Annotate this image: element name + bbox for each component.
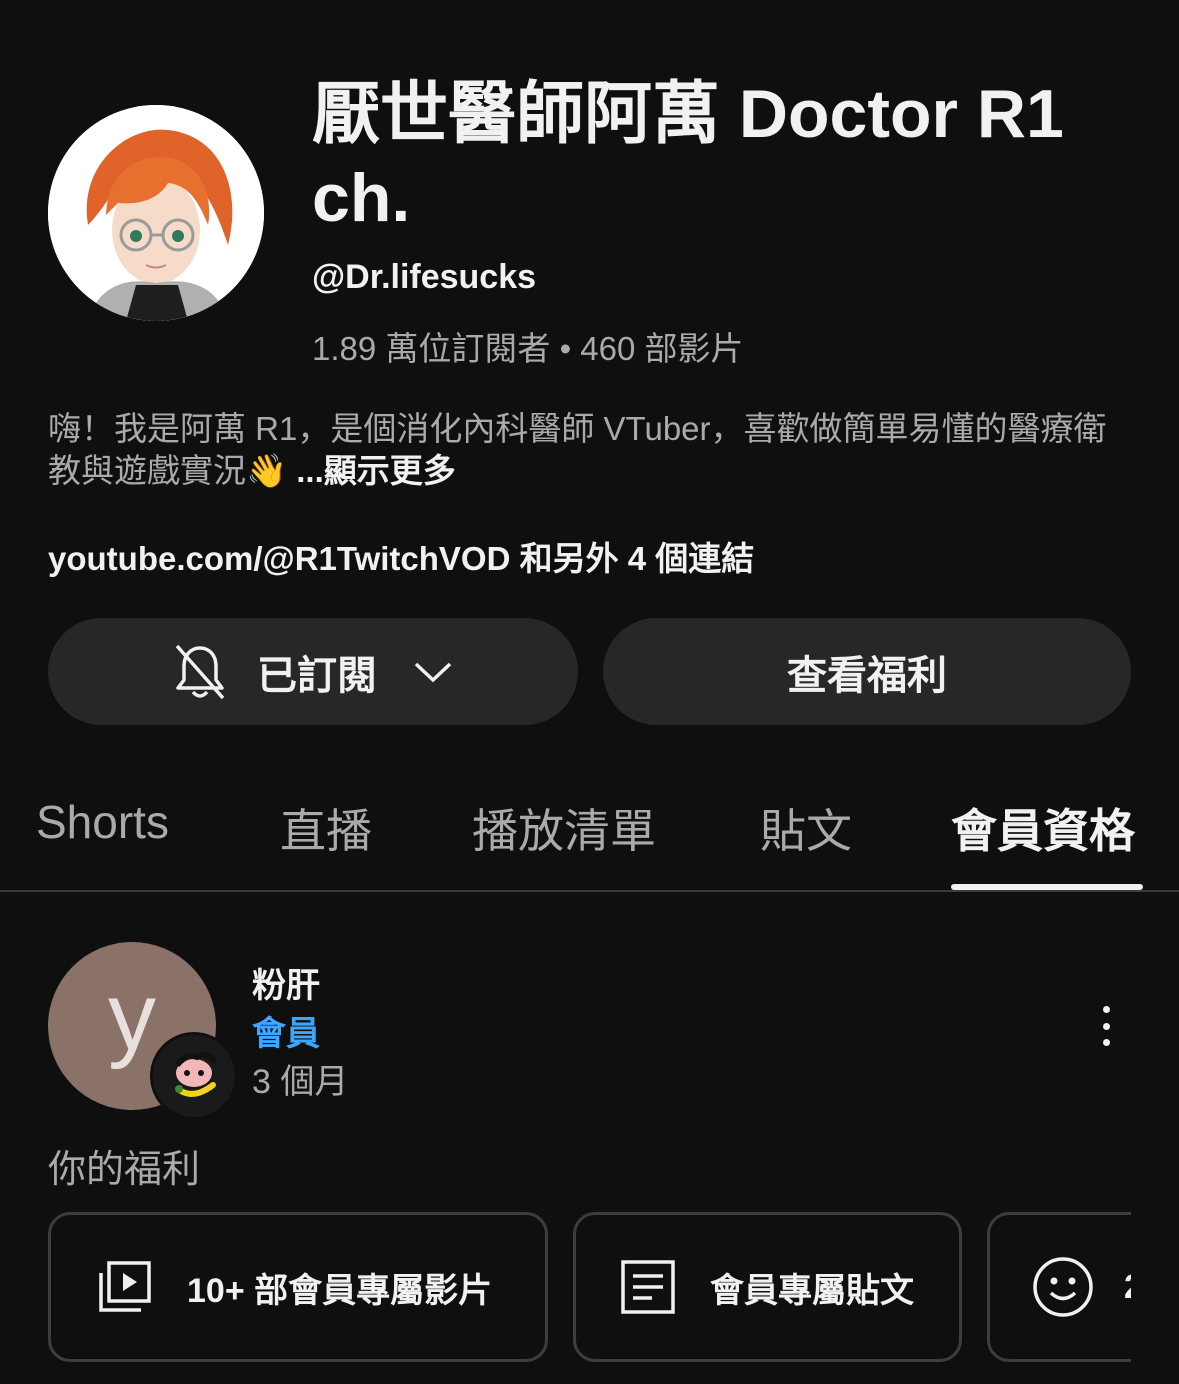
tab-divider [0,890,1179,892]
perks-title: 你的福利 [48,1149,201,1191]
view-perks-label: 查看福利 [787,653,947,698]
perk-card-posts[interactable]: 會員專屬貼文 [573,1212,962,1362]
member-badge-icon [150,1032,238,1120]
tab-membership[interactable]: 會員資格 [951,795,1135,861]
post-icon [620,1259,676,1315]
perk-label: 2 [1124,1268,1131,1307]
more-options-icon[interactable] [1090,1006,1122,1046]
tab-shorts[interactable]: Shorts [36,795,169,849]
subscribed-button[interactable]: 已訂閱 [48,618,578,725]
channel-description[interactable]: 嗨！我是阿萬 R1，是個消化內科醫師 VTuber，喜歡做簡單易懂的醫療衛教與遊… [48,408,1138,492]
perk-label: 10+ 部會員專屬影片 [187,1271,493,1310]
subscribed-label: 已訂閱 [257,653,377,698]
perk-card-emoji[interactable]: 2 [987,1212,1131,1362]
perk-card-videos[interactable]: 10+ 部會員專屬影片 [48,1212,548,1362]
channel-stats: 1.89 萬位訂閱者 • 460 部影片 [312,330,744,367]
emoji-icon [1032,1256,1094,1318]
channel-title: 厭世醫師阿萬 Doctor R1 ch. [312,76,1064,236]
view-perks-button[interactable]: 查看福利 [603,618,1131,725]
notifications-off-icon [173,642,227,702]
description-text: 嗨！我是阿萬 R1，是個消化內科醫師 VTuber，喜歡做簡單易懂的醫療衛教與遊… [48,410,1107,489]
tab-playlists[interactable]: 播放清單 [472,795,656,861]
member-duration: 3 個月 [252,1063,349,1101]
show-more-link[interactable]: ...顯示更多 [287,452,456,489]
tab-posts[interactable]: 貼文 [760,795,852,861]
channel-avatar[interactable] [48,105,264,321]
member-role: 會員 [252,1015,320,1053]
channel-links[interactable]: youtube.com/@R1TwitchVOD 和另外 4 個連結 [48,532,754,580]
chevron-down-icon [413,660,453,684]
perk-label: 會員專屬貼文 [710,1271,914,1310]
channel-handle: @Dr.lifesucks [312,258,537,296]
tab-live[interactable]: 直播 [280,795,372,861]
video-library-icon [97,1261,153,1313]
perks-carousel[interactable]: 10+ 部會員專屬影片 會員專屬貼文 2 [48,1212,1131,1362]
member-name: 粉肝 [252,967,320,1005]
active-tab-indicator [951,884,1143,890]
